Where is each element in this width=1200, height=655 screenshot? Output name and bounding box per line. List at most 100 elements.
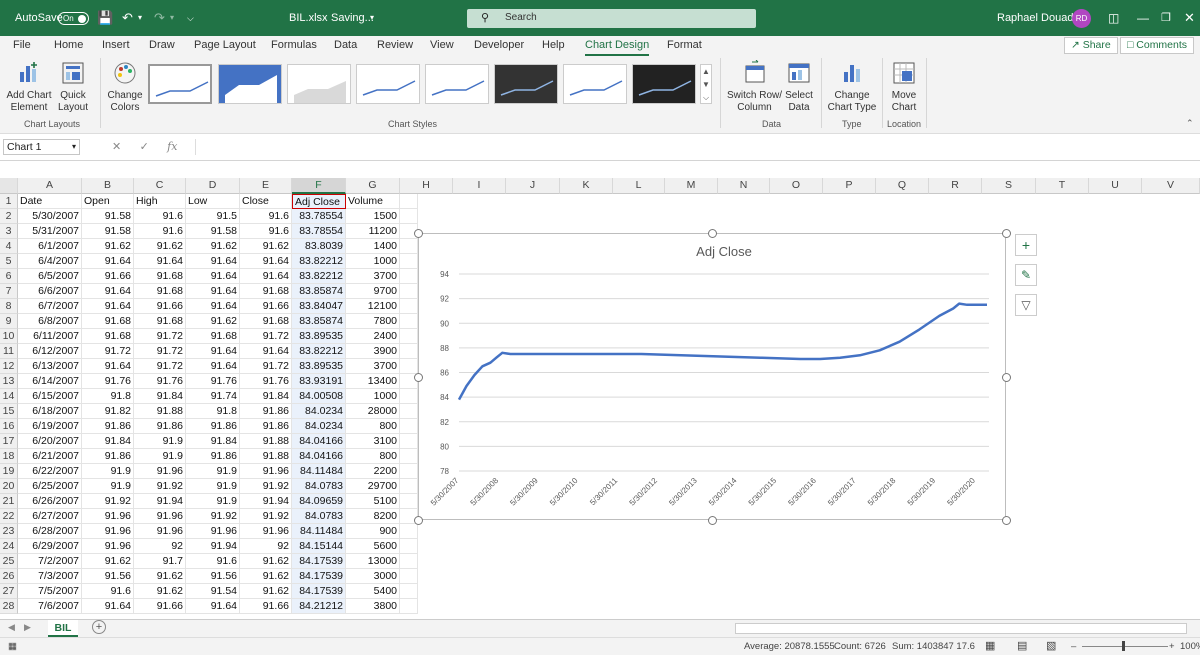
row-header[interactable]: 12 bbox=[0, 359, 18, 374]
table-cell[interactable]: 3700 bbox=[346, 359, 400, 374]
row-header[interactable]: 17 bbox=[0, 434, 18, 449]
gallery-scroll[interactable]: ▲ ▼ ⌵ bbox=[700, 64, 712, 104]
table-cell[interactable]: 91.92 bbox=[134, 479, 186, 494]
table-cell[interactable] bbox=[400, 314, 418, 329]
table-cell[interactable]: 92 bbox=[134, 539, 186, 554]
table-cell[interactable]: 91.56 bbox=[186, 569, 240, 584]
table-cell[interactable]: 91.62 bbox=[134, 569, 186, 584]
resize-handle-top-left[interactable] bbox=[414, 229, 423, 238]
table-cell[interactable]: 91.86 bbox=[134, 419, 186, 434]
chart-style-3[interactable] bbox=[287, 64, 351, 104]
zoom-slider[interactable] bbox=[1082, 646, 1168, 647]
table-cell[interactable]: 91.64 bbox=[186, 599, 240, 614]
column-title-cell[interactable]: High bbox=[134, 194, 186, 209]
table-cell[interactable]: 83.82212 bbox=[292, 269, 346, 284]
table-cell[interactable]: 7/2/2007 bbox=[18, 554, 82, 569]
comments-button[interactable]: □ Comments bbox=[1120, 37, 1195, 54]
table-cell[interactable]: 91.88 bbox=[240, 449, 292, 464]
table-cell[interactable]: 91.76 bbox=[186, 374, 240, 389]
table-cell[interactable] bbox=[400, 209, 418, 224]
prev-sheet-icon[interactable]: ◀ bbox=[8, 622, 15, 633]
formula-input[interactable] bbox=[195, 139, 1198, 155]
table-cell[interactable]: 91.64 bbox=[186, 254, 240, 269]
table-cell[interactable]: 91.86 bbox=[186, 449, 240, 464]
table-cell[interactable]: 84.04166 bbox=[292, 449, 346, 464]
row-header[interactable]: 5 bbox=[0, 254, 18, 269]
row-header[interactable]: 2 bbox=[0, 209, 18, 224]
table-cell[interactable]: 91.62 bbox=[240, 584, 292, 599]
tab-data[interactable]: Data bbox=[334, 39, 357, 51]
table-cell[interactable]: 84.17539 bbox=[292, 569, 346, 584]
restore-icon[interactable]: ❐ bbox=[1161, 0, 1171, 36]
table-cell[interactable]: 91.74 bbox=[186, 389, 240, 404]
table-cell[interactable]: 83.85874 bbox=[292, 284, 346, 299]
table-cell[interactable]: 83.89535 bbox=[292, 359, 346, 374]
table-cell[interactable]: 91.62 bbox=[134, 239, 186, 254]
table-cell[interactable]: 91.96 bbox=[134, 524, 186, 539]
table-cell[interactable]: 91.58 bbox=[186, 224, 240, 239]
table-cell[interactable]: 91.96 bbox=[134, 464, 186, 479]
table-cell[interactable]: 6/15/2007 bbox=[18, 389, 82, 404]
table-cell[interactable]: 83.82212 bbox=[292, 344, 346, 359]
row-header[interactable]: 26 bbox=[0, 569, 18, 584]
table-cell[interactable]: 2200 bbox=[346, 464, 400, 479]
table-cell[interactable]: 91.62 bbox=[186, 314, 240, 329]
table-cell[interactable]: 91.66 bbox=[240, 299, 292, 314]
table-cell[interactable]: 83.84047 bbox=[292, 299, 346, 314]
table-cell[interactable]: 91.96 bbox=[240, 464, 292, 479]
table-cell[interactable]: 91.66 bbox=[134, 599, 186, 614]
table-cell[interactable]: 7/3/2007 bbox=[18, 569, 82, 584]
customize-toolbar-icon[interactable]: ⌵ bbox=[187, 0, 194, 36]
table-cell[interactable]: 91.86 bbox=[240, 404, 292, 419]
column-header-s[interactable]: S bbox=[982, 178, 1036, 194]
table-cell[interactable]: 91.9 bbox=[186, 464, 240, 479]
table-cell[interactable]: 91.76 bbox=[134, 374, 186, 389]
column-title-cell[interactable]: Close bbox=[240, 194, 292, 209]
table-cell[interactable]: 6/22/2007 bbox=[18, 464, 82, 479]
table-cell[interactable]: 5600 bbox=[346, 539, 400, 554]
table-cell[interactable]: 91.68 bbox=[134, 314, 186, 329]
minimize-icon[interactable]: — bbox=[1137, 0, 1149, 36]
table-cell[interactable]: 91.96 bbox=[186, 524, 240, 539]
table-cell[interactable]: 91.88 bbox=[134, 404, 186, 419]
table-cell[interactable] bbox=[400, 494, 418, 509]
table-cell[interactable] bbox=[400, 239, 418, 254]
table-cell[interactable]: 91.66 bbox=[82, 269, 134, 284]
table-cell[interactable]: 91.64 bbox=[82, 254, 134, 269]
table-cell[interactable]: 91.6 bbox=[240, 224, 292, 239]
table-cell[interactable]: 91.72 bbox=[134, 344, 186, 359]
table-cell[interactable]: 91.92 bbox=[240, 509, 292, 524]
table-cell[interactable]: 91.62 bbox=[186, 239, 240, 254]
table-cell[interactable] bbox=[400, 569, 418, 584]
chart[interactable]: Adj Close 78 80 82 84 86 88 90 92 94 5/30/2007 5/30… bbox=[418, 233, 1006, 520]
horizontal-scrollbar[interactable] bbox=[735, 623, 1187, 634]
column-title-cell[interactable]: Volume bbox=[346, 194, 400, 209]
table-cell[interactable]: 91.92 bbox=[240, 479, 292, 494]
zoom-out-icon[interactable]: – bbox=[1071, 641, 1076, 652]
resize-handle-left[interactable] bbox=[414, 373, 423, 382]
table-cell[interactable]: 84.0783 bbox=[292, 479, 346, 494]
column-header-i[interactable]: I bbox=[453, 178, 506, 194]
table-cell[interactable]: 91.56 bbox=[82, 569, 134, 584]
table-cell[interactable]: 800 bbox=[346, 419, 400, 434]
table-cell[interactable]: 84.15144 bbox=[292, 539, 346, 554]
table-cell[interactable]: 91.64 bbox=[82, 284, 134, 299]
table-cell[interactable]: 91.6 bbox=[186, 554, 240, 569]
tab-review[interactable]: Review bbox=[377, 39, 413, 51]
column-header-l[interactable]: L bbox=[613, 178, 665, 194]
column-header-g[interactable]: G bbox=[346, 178, 400, 194]
table-cell[interactable]: 91.88 bbox=[240, 434, 292, 449]
table-cell[interactable]: 3000 bbox=[346, 569, 400, 584]
table-cell[interactable]: 91.68 bbox=[240, 284, 292, 299]
normal-view-icon[interactable]: ▦ bbox=[985, 639, 995, 652]
table-cell[interactable]: 12100 bbox=[346, 299, 400, 314]
table-cell[interactable] bbox=[400, 299, 418, 314]
table-cell[interactable]: 91.62 bbox=[134, 584, 186, 599]
table-cell[interactable]: 6/7/2007 bbox=[18, 299, 82, 314]
table-cell[interactable]: 28000 bbox=[346, 404, 400, 419]
zoom-in-icon[interactable]: + bbox=[1169, 641, 1175, 652]
table-cell[interactable]: 83.78554 bbox=[292, 209, 346, 224]
table-cell[interactable]: 84.11484 bbox=[292, 524, 346, 539]
table-cell[interactable]: 91.64 bbox=[82, 599, 134, 614]
chart-style-8[interactable] bbox=[632, 64, 696, 104]
